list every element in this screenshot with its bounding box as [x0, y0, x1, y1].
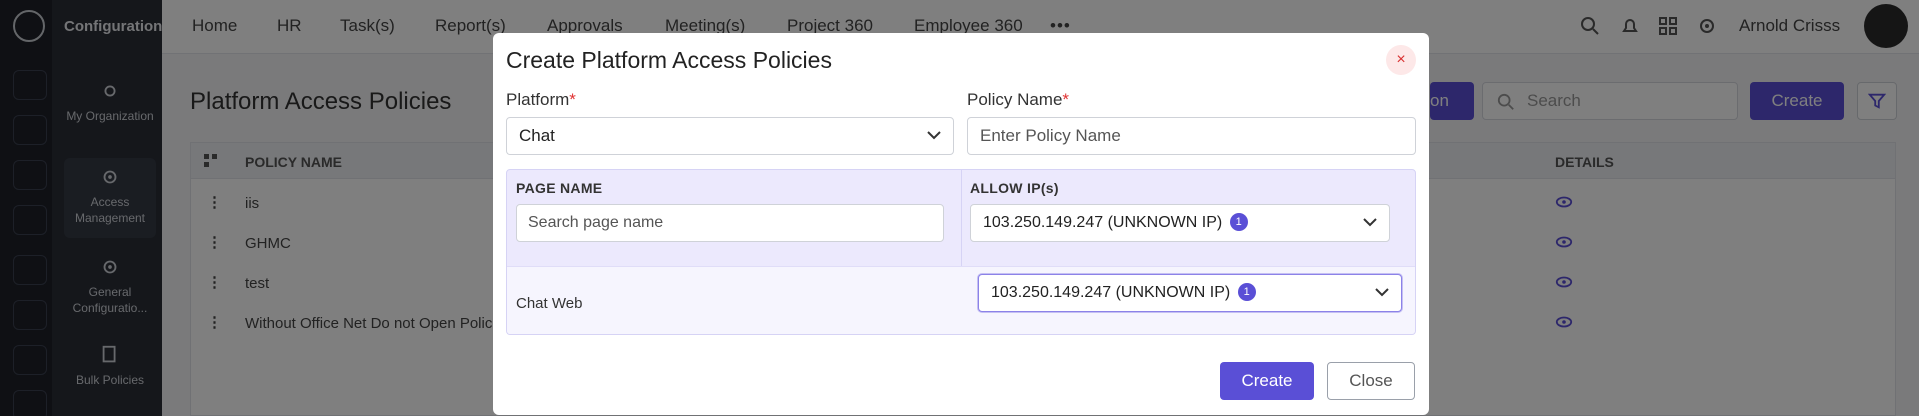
ip-value: 103.250.149.247 (UNKNOWN IP) [983, 214, 1223, 231]
chevron-down-icon [927, 131, 941, 140]
page-name: Chat Web [516, 295, 583, 312]
platform-label: Platform* [506, 90, 576, 110]
column-allow-ips: ALLOW IP(s) [970, 180, 1059, 196]
platform-select[interactable]: Chat [506, 117, 954, 155]
page-search-input[interactable]: Search page name [516, 204, 944, 242]
header-ip-select[interactable]: 103.250.149.247 (UNKNOWN IP) 1 [970, 204, 1390, 242]
close-button[interactable]: Close [1327, 362, 1415, 400]
required-mark: * [569, 90, 576, 109]
create-policy-dialog: Create Platform Access Policies × Platfo… [493, 33, 1429, 415]
platform-label-text: Platform [506, 90, 570, 109]
policy-name-input[interactable]: Enter Policy Name [967, 117, 1416, 155]
table-row: Chat Web 103.250.149.247 (UNKNOWN IP) 1 [507, 266, 1415, 334]
column-divider [961, 170, 962, 266]
close-icon[interactable]: × [1386, 45, 1416, 75]
policy-name-label: Policy Name* [967, 90, 1069, 110]
column-page-name: PAGE NAME [516, 180, 603, 196]
create-button[interactable]: Create [1220, 362, 1314, 400]
ip-count-badge: 1 [1229, 213, 1248, 231]
platform-value: Chat [519, 126, 555, 145]
policy-name-label-text: Policy Name [967, 90, 1063, 109]
page-search-placeholder: Search page name [528, 214, 664, 231]
row-ip-select[interactable]: 103.250.149.247 (UNKNOWN IP) 1 [978, 274, 1402, 312]
required-mark: * [1062, 90, 1070, 109]
policy-name-placeholder: Enter Policy Name [980, 126, 1121, 145]
chevron-down-icon [1375, 288, 1389, 297]
page-ip-grid: PAGE NAME ALLOW IP(s) Search page name 1… [506, 169, 1416, 335]
ip-value: 103.250.149.247 (UNKNOWN IP) [991, 284, 1231, 301]
ip-count-badge: 1 [1237, 283, 1256, 301]
dialog-title: Create Platform Access Policies [506, 47, 832, 73]
chevron-down-icon [1363, 218, 1377, 227]
